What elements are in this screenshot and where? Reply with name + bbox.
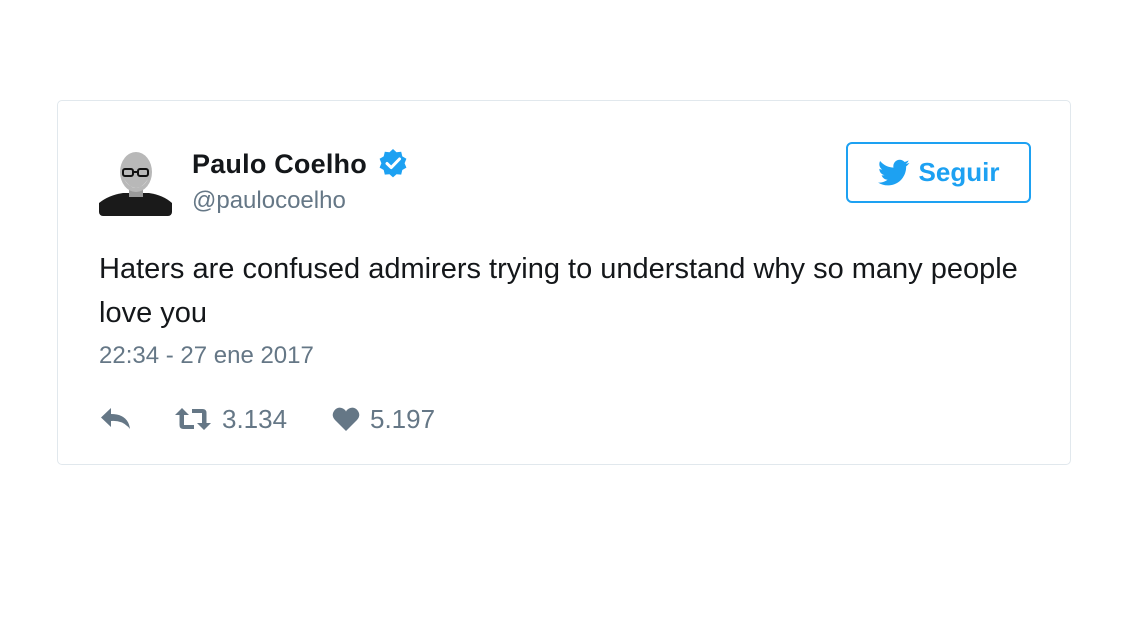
author-display-name[interactable]: Paulo Coelho xyxy=(192,149,367,180)
like-button[interactable]: 5.197 xyxy=(332,404,435,435)
avatar-photo xyxy=(99,145,172,216)
reply-icon xyxy=(99,406,133,432)
tweet-timestamp[interactable]: 22:34 - 27 ene 2017 xyxy=(99,342,314,370)
tweet-text: Haters are confused admirers trying to u… xyxy=(99,253,1018,329)
author-name-row: Paulo Coelho xyxy=(192,147,409,181)
retweet-button[interactable]: 3.134 xyxy=(174,404,332,435)
reply-button[interactable] xyxy=(99,406,174,432)
retweet-count: 3.134 xyxy=(222,403,288,434)
follow-button[interactable]: Seguir xyxy=(846,142,1031,203)
follow-button-label: Seguir xyxy=(918,157,1000,187)
like-count: 5.197 xyxy=(370,403,436,434)
author-handle[interactable]: @paulocoelho xyxy=(192,187,346,215)
avatar[interactable] xyxy=(99,145,172,216)
twitter-bird-icon xyxy=(877,159,910,187)
tweet-actions: 3.134 5.197 xyxy=(99,399,435,439)
retweet-icon xyxy=(174,406,212,432)
verified-badge-icon xyxy=(377,148,409,180)
tweet-card: Paulo Coelho @paulocoelho Seguir Haters … xyxy=(57,100,1071,465)
heart-icon xyxy=(332,406,360,432)
